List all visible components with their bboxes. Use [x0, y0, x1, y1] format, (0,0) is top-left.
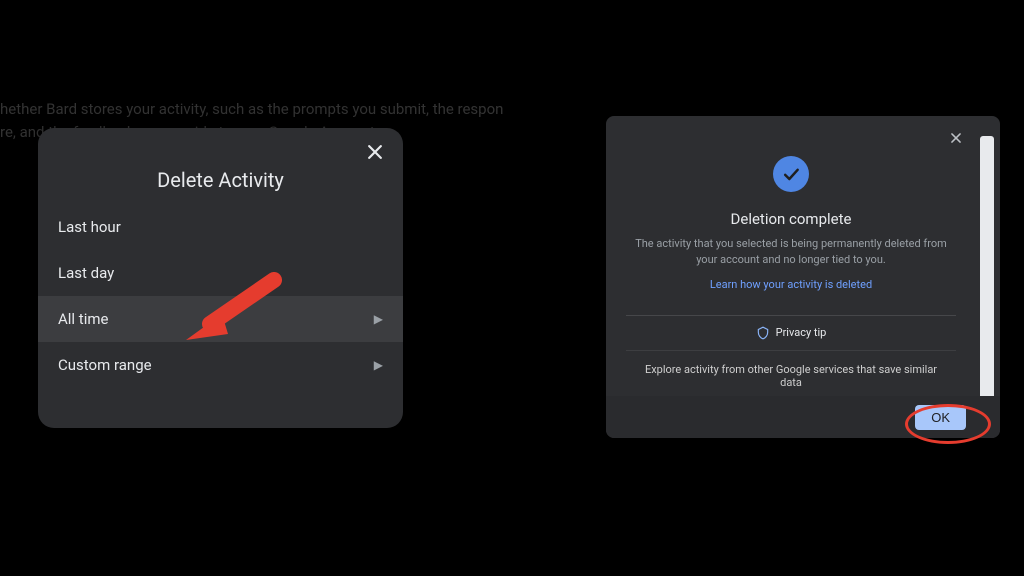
- tip-body: Explore activity from other Google servi…: [626, 351, 956, 397]
- close-button[interactable]: [942, 124, 970, 152]
- shield-icon: [756, 326, 770, 340]
- chevron-right-icon: ▶: [374, 312, 383, 326]
- done-description: The activity that you selected is being …: [606, 236, 976, 268]
- menu-item-label: Last hour: [58, 218, 121, 236]
- scrollbar[interactable]: [980, 136, 994, 400]
- ok-button[interactable]: OK: [915, 405, 966, 430]
- check-badge: [773, 156, 809, 192]
- check-icon: [781, 164, 801, 184]
- menu-item-label: Custom range: [58, 356, 152, 374]
- menu-item-last-hour[interactable]: Last hour: [38, 204, 403, 250]
- close-icon: [949, 131, 963, 145]
- close-icon: [365, 142, 385, 162]
- menu-item-label: Last day: [58, 264, 114, 282]
- bg-line-1: hether Bard stores your activity, such a…: [0, 98, 503, 121]
- deletion-complete-dialog: Deletion complete The activity that you …: [606, 116, 1000, 438]
- delete-activity-dialog: Delete Activity Last hour Last day All t…: [38, 128, 403, 428]
- tip-heading: Privacy tip: [626, 316, 956, 351]
- tip-heading-label: Privacy tip: [776, 326, 827, 339]
- done-title: Deletion complete: [731, 210, 852, 228]
- dialog-title: Delete Activity: [38, 168, 403, 192]
- menu-item-last-day[interactable]: Last day: [38, 250, 403, 296]
- menu-item-all-time[interactable]: All time ▶: [38, 296, 403, 342]
- delete-range-menu: Last hour Last day All time ▶ Custom ran…: [38, 204, 403, 388]
- dialog-footer: OK: [606, 396, 1000, 438]
- menu-item-label: All time: [58, 310, 108, 328]
- menu-item-custom-range[interactable]: Custom range ▶: [38, 342, 403, 388]
- close-button[interactable]: [361, 138, 389, 166]
- chevron-right-icon: ▶: [374, 358, 383, 372]
- learn-link[interactable]: Learn how your activity is deleted: [710, 278, 872, 291]
